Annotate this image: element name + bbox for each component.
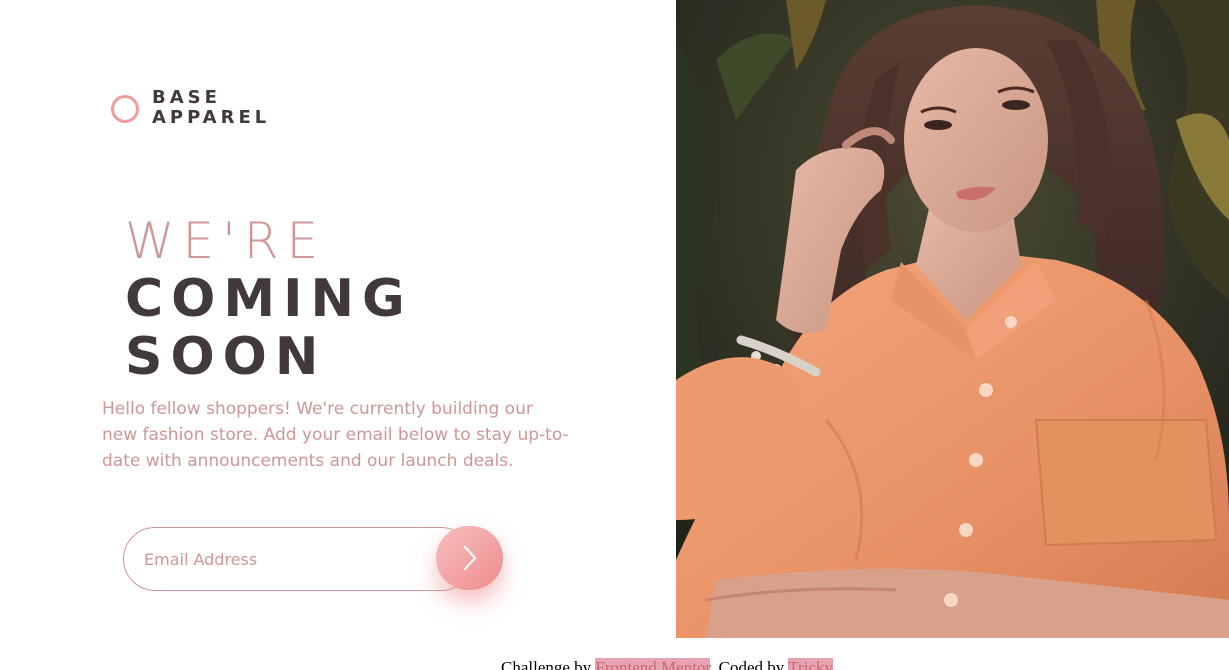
logo-line-1: BASE: [152, 87, 221, 108]
brand-logo[interactable]: BASE APPAREL: [111, 88, 270, 128]
woman-in-orange-shirt-photo: [676, 0, 1229, 638]
footer-attribution: Challenge by Frontend Mentor. Coded by T…: [501, 658, 833, 670]
hero-image: [676, 0, 1229, 638]
coded-prefix: . Coded by: [710, 658, 785, 670]
headline-bold-line-1: COMING: [125, 269, 413, 329]
headline-light: WE'RE: [125, 212, 327, 270]
email-input[interactable]: [123, 527, 473, 591]
logo-wordmark: BASE APPAREL: [152, 88, 270, 128]
author-link[interactable]: Tricky: [788, 658, 833, 670]
email-signup-form: [123, 526, 503, 592]
page-headline: WE'RE COMING SOON: [125, 212, 413, 386]
frontend-mentor-link[interactable]: Frontend Mentor: [595, 658, 711, 670]
challenge-prefix: Challenge by: [501, 658, 592, 670]
chevron-right-icon: [463, 545, 476, 571]
logo-line-2: APPAREL: [152, 107, 271, 128]
coming-soon-page: BASE APPAREL WE'RE COMING SOON Hello fel…: [0, 0, 1229, 670]
intro-description: Hello fellow shoppers! We're currently b…: [102, 399, 569, 471]
logo-ring-icon: [111, 95, 139, 123]
headline-bold-line-2: SOON: [125, 327, 327, 387]
submit-button[interactable]: [436, 526, 503, 590]
